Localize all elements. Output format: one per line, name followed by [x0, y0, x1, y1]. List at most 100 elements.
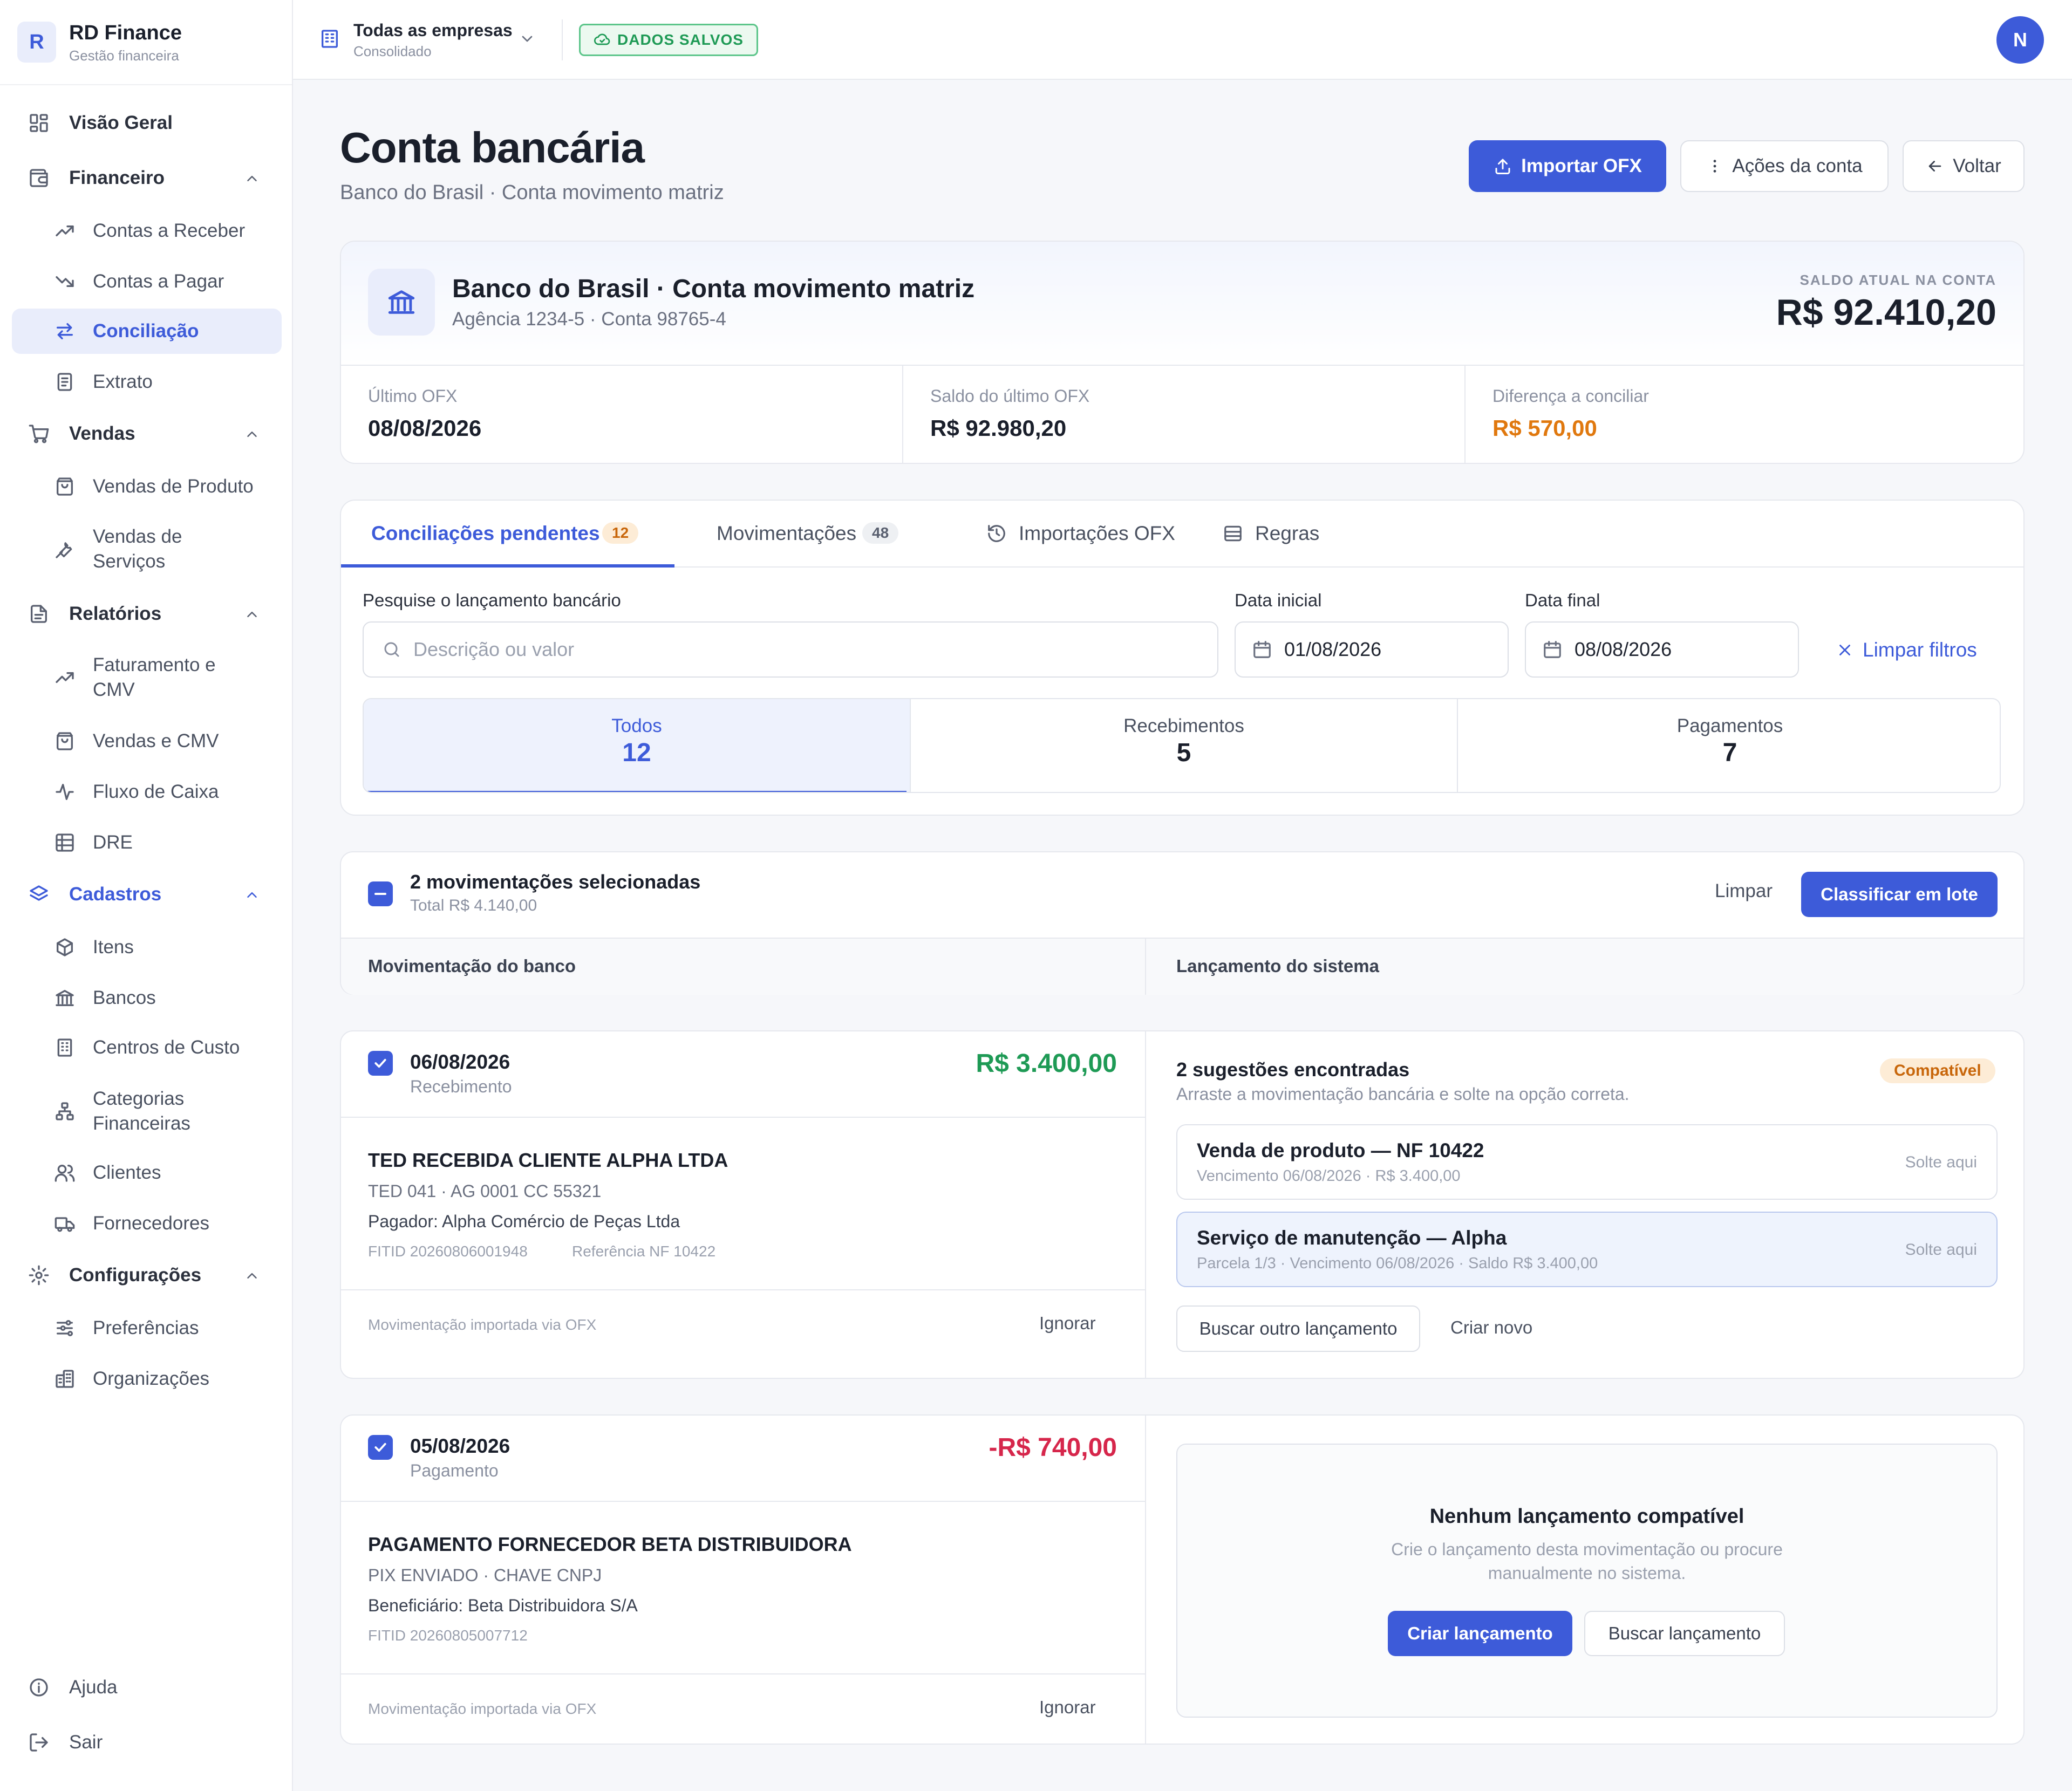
create-entry-button[interactable]: Criar lançamento [1388, 1611, 1572, 1656]
nav-vendas-cmv[interactable]: Vendas e CMV [12, 719, 282, 764]
nav-fluxo-caixa[interactable]: Fluxo de Caixa [12, 769, 282, 815]
nav-vendas[interactable]: Vendas [12, 411, 282, 456]
suggestion-card[interactable]: Venda de produto — NF 10422 Vencimento 0… [1176, 1124, 1998, 1200]
nav-preferencias[interactable]: Preferências [12, 1305, 282, 1351]
segment-count: 12 [622, 739, 651, 767]
empty-state-text: Crie o lançamento desta movimentação ou … [1391, 1540, 1783, 1559]
company-selector[interactable]: Todas as empresas Consolidado [319, 19, 546, 63]
type-segments: Todos 12 Recebimentos 5 Pagamentos 7 [363, 698, 2001, 793]
back-button[interactable]: Voltar [1903, 140, 2025, 192]
nav-ajuda[interactable]: Ajuda [12, 1665, 282, 1710]
company-sub: Consolidado [353, 43, 432, 59]
suggestion-card[interactable]: Serviço de manutenção — Alpha Parcela 1/… [1176, 1212, 1998, 1287]
nav-centros-custo[interactable]: Centros de Custo [12, 1025, 282, 1070]
sliders-icon [57, 1320, 73, 1336]
buildings-icon [56, 1370, 74, 1388]
divider [1145, 1416, 1146, 1744]
nav-visao-geral[interactable]: Visão Geral [12, 100, 282, 146]
nav-label: Itens [93, 936, 134, 958]
tab-label: Conciliações pendentes [371, 522, 600, 544]
user-avatar[interactable]: N [1996, 16, 2044, 64]
segment-count: 5 [1176, 739, 1191, 767]
nav-label: Contas a Receber [93, 220, 246, 241]
nav-cadastros[interactable]: Cadastros [12, 872, 282, 917]
nav-label-line2: CMV [93, 679, 135, 700]
clear-selection-button[interactable]: Limpar [1715, 880, 1773, 902]
nav-contas-receber[interactable]: Contas a Receber [12, 208, 282, 254]
nav-financeiro[interactable]: Financeiro [12, 155, 282, 201]
activity-icon [56, 784, 74, 800]
nav-configuracoes[interactable]: Configurações [12, 1253, 282, 1298]
transaction-checkbox[interactable] [368, 1051, 393, 1076]
transaction-beneficiary: Beneficiário: Beta Distribuidora S/A [368, 1596, 638, 1615]
divider [341, 1673, 1145, 1674]
tab-regras[interactable]: Regras [1204, 501, 1366, 568]
segment-todos[interactable]: Todos 12 [364, 699, 910, 792]
close-icon [1839, 645, 1850, 655]
transaction-checkbox[interactable] [368, 1435, 393, 1460]
nav-label: Visão Geral [69, 112, 173, 133]
account-actions-button[interactable]: Ações da conta [1680, 140, 1889, 192]
nav-label-line2: Serviços [93, 551, 166, 572]
transaction-fitid: FITID 20260805007712 [368, 1627, 528, 1644]
nav-clientes[interactable]: Clientes [12, 1150, 282, 1195]
batch-classify-button[interactable]: Classificar em lote [1801, 872, 1998, 917]
nav-extrato[interactable]: Extrato [12, 359, 282, 405]
ignore-button[interactable]: Ignorar [1039, 1313, 1096, 1334]
import-source: Movimentação importada via OFX [368, 1316, 597, 1333]
nav-organizacoes[interactable]: Organizações [12, 1356, 282, 1402]
ignore-button[interactable]: Ignorar [1039, 1697, 1096, 1718]
nav-label: Conciliação [93, 320, 199, 341]
search-other-entry-button[interactable]: Buscar outro lançamento [1176, 1305, 1420, 1352]
tab-conciliacoes-pendentes[interactable]: Conciliações pendentes 12 [341, 501, 674, 568]
create-new-button[interactable]: Criar novo [1450, 1317, 1532, 1338]
nav-contas-pagar[interactable]: Contas a Pagar [12, 259, 282, 304]
start-date-field[interactable]: 01/08/2026 [1235, 621, 1509, 678]
tab-label: Regras [1255, 522, 1320, 544]
tab-movimentacoes[interactable]: Movimentações 48 [697, 501, 902, 568]
nav-categorias[interactable]: Categorias Financeiras [12, 1085, 282, 1137]
search-entry-button[interactable]: Buscar lançamento [1584, 1611, 1785, 1656]
building-icon [57, 1038, 72, 1057]
tab-importacoes-ofx[interactable]: Importações OFX [967, 501, 1183, 568]
stat-label: Diferença a conciliar [1492, 386, 1649, 406]
end-date-field[interactable]: 08/08/2026 [1525, 621, 1799, 678]
suggestions-hint: Arraste a movimentação bancária e solte … [1176, 1084, 1630, 1104]
selection-title: 2 movimentações selecionadas [410, 871, 701, 893]
nav-conciliacao[interactable]: Conciliação [12, 309, 282, 354]
import-ofx-button[interactable]: Importar OFX [1469, 140, 1666, 192]
select-all-checkbox[interactable] [368, 881, 393, 906]
end-date-value: 08/08/2026 [1575, 638, 1672, 660]
shopping-bag-icon [57, 477, 73, 496]
account-actions-label: Ações da conta [1732, 155, 1863, 176]
selection-total: Total R$ 4.140,00 [410, 897, 537, 914]
search-input[interactable]: Descrição ou valor [363, 621, 1218, 678]
segment-pagamentos[interactable]: Pagamentos 7 [1458, 699, 2000, 792]
clear-filters-button[interactable]: Limpar filtros [1836, 637, 1977, 664]
suggestion-subtitle: Vencimento 06/08/2026 · R$ 3.400,00 [1197, 1167, 1461, 1185]
transaction-date: 05/08/2026 [410, 1435, 510, 1457]
nav-vendas-servicos[interactable]: Vendas de Serviços [12, 523, 282, 575]
segment-label: Recebimentos [1123, 715, 1244, 736]
segment-recebimentos[interactable]: Recebimentos 5 [911, 699, 1457, 792]
nav-vendas-produto[interactable]: Vendas de Produto [12, 464, 282, 509]
nav-label: Extrato [93, 371, 153, 392]
users-icon [54, 1165, 75, 1182]
nav-bancos[interactable]: Bancos [12, 975, 282, 1021]
nav-relatorios[interactable]: Relatórios [12, 591, 282, 637]
nav-faturamento-cmv[interactable]: Faturamento e CMV [12, 652, 282, 703]
nav-itens[interactable]: Itens [12, 925, 282, 970]
transaction-description: TED RECEBIDA CLIENTE ALPHA LTDA [368, 1149, 728, 1171]
balance-value: R$ 92.410,20 [1776, 292, 1996, 333]
nav-sair[interactable]: Sair [12, 1720, 282, 1765]
nav-fornecedores[interactable]: Fornecedores [12, 1201, 282, 1246]
segment-active-indicator [367, 791, 906, 792]
saved-status-badge: DADOS SALVOS [579, 24, 758, 56]
divider [341, 365, 2023, 366]
history-icon [988, 525, 1005, 542]
nav-label: Vendas de Produto [93, 476, 254, 497]
divider [902, 365, 903, 463]
nav-dre[interactable]: DRE [12, 820, 282, 865]
selection-bar: 2 movimentações selecionadas Total R$ 4.… [340, 851, 2025, 995]
topbar: Todas as empresas Consolidado DADOS SALV… [293, 0, 2072, 80]
